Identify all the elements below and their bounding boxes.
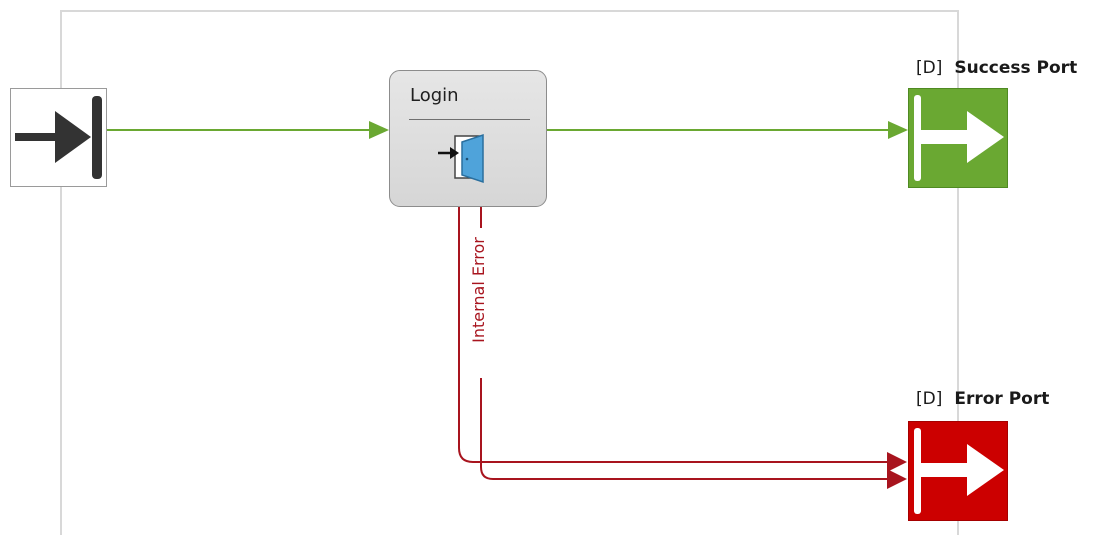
success-port-tag: [D] — [916, 58, 943, 78]
error-port-tag: [D] — [916, 389, 943, 409]
error-port-name: Error Port — [954, 389, 1050, 409]
login-title: Login — [410, 85, 459, 106]
login-node[interactable]: Login — [389, 70, 547, 207]
exit-arrow-icon — [914, 428, 1004, 514]
success-port-label: [D] Success Port — [916, 58, 1077, 78]
success-port-node[interactable] — [908, 88, 1008, 188]
exit-arrow-icon — [914, 95, 1004, 181]
error-port-node[interactable] — [908, 421, 1008, 521]
login-divider — [409, 119, 530, 120]
workflow-canvas[interactable]: Internal Error Login [D] Success Port [D]… — [0, 0, 1119, 535]
success-port-name: Success Port — [954, 58, 1078, 78]
error-port-label: [D] Error Port — [916, 389, 1049, 409]
start-entry-icon — [15, 96, 102, 179]
login-door-icon — [438, 133, 484, 184]
start-node[interactable] — [10, 88, 107, 187]
internal-error-label: Internal Error — [469, 232, 488, 348]
error-connection[interactable] — [458, 207, 907, 489]
